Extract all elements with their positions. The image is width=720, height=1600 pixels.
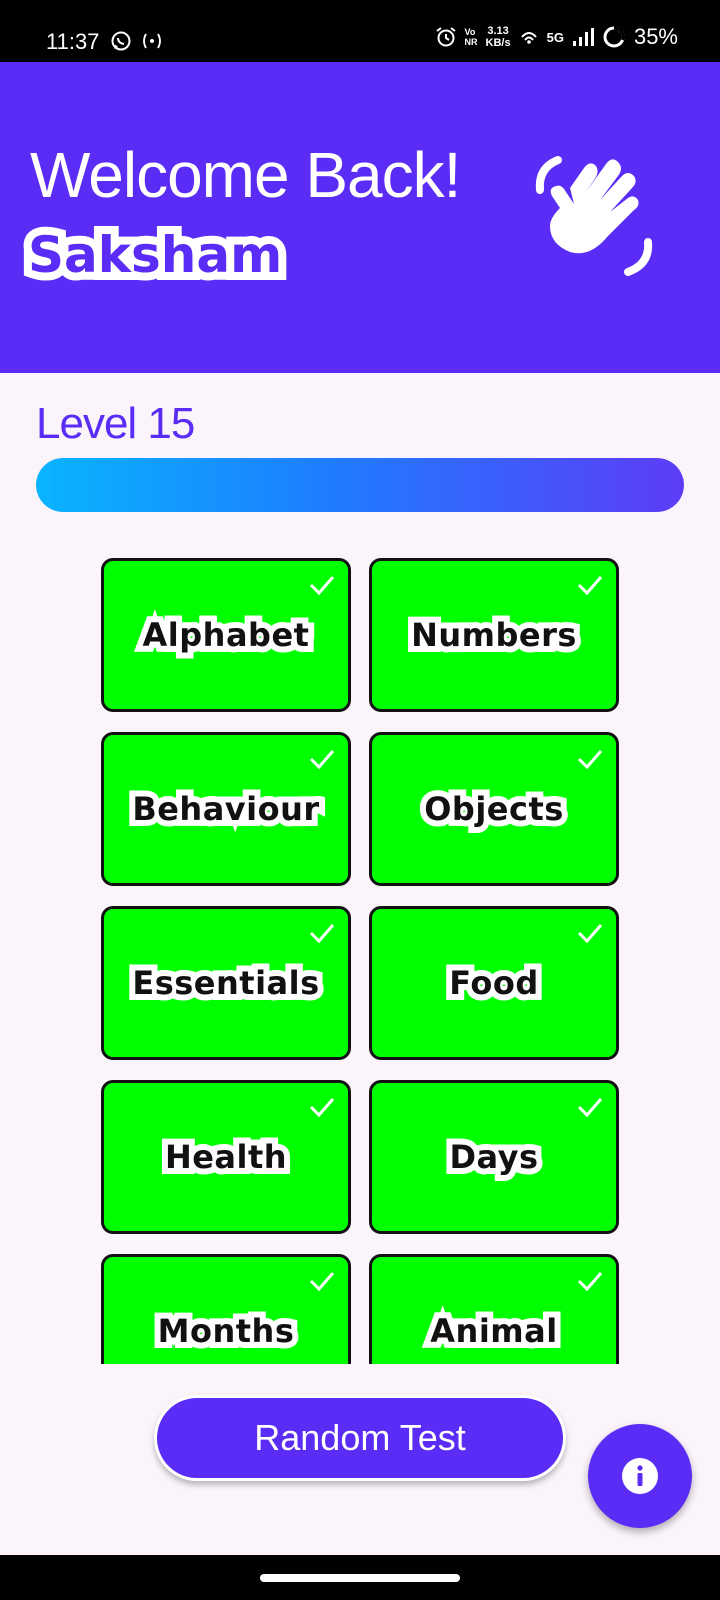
check-icon [309, 1272, 335, 1292]
check-icon [309, 1098, 335, 1118]
info-button[interactable] [588, 1424, 692, 1528]
info-icon [622, 1458, 658, 1494]
alarm-icon [435, 27, 456, 47]
category-tile-food[interactable]: Food [369, 906, 619, 1060]
wifi-calling-icon [520, 32, 537, 44]
category-grid-scroll[interactable]: Alphabet Numbers Behaviour Objects Essen… [0, 550, 720, 1364]
check-icon [577, 750, 603, 770]
check-icon [309, 750, 335, 770]
level-label: Level 15 [36, 399, 195, 448]
welcome-header: Welcome Back! Saksham [0, 62, 720, 373]
category-label: Alphabet [137, 610, 315, 660]
category-label: Health [159, 1132, 293, 1182]
random-test-button[interactable]: Random Test [154, 1395, 566, 1481]
battery-icon [603, 26, 625, 48]
check-icon [577, 1098, 603, 1118]
category-tile-days[interactable]: Days [369, 1080, 619, 1234]
status-right: Vo NR 3.13 KB/s 5G 35% [435, 24, 678, 50]
network-type: 5G [546, 29, 564, 45]
home-gesture-handle[interactable] [260, 1574, 460, 1582]
volte-top: Vo [464, 27, 476, 37]
system-nav-bar [0, 1555, 720, 1600]
status-left-icons [110, 30, 164, 52]
greeting: Welcome Back! [30, 139, 461, 211]
category-label: Months [152, 1306, 300, 1356]
category-tile-health[interactable]: Health [101, 1080, 351, 1234]
category-tile-animal[interactable]: Animal [369, 1254, 619, 1364]
net-speed-unit: KB/s [485, 37, 511, 49]
signal-icon [572, 28, 594, 46]
category-tile-objects[interactable]: Objects [369, 732, 619, 886]
category-tile-behaviour[interactable]: Behaviour [101, 732, 351, 886]
username: Saksham [20, 218, 290, 292]
check-icon [577, 576, 603, 596]
category-tile-alphabet[interactable]: Alphabet [101, 558, 351, 712]
check-icon [577, 1272, 603, 1292]
volte-bottom: NR [464, 37, 478, 47]
level-progress-bar [36, 458, 684, 512]
net-speed-value: 3.13 [487, 25, 509, 37]
check-icon [309, 924, 335, 944]
whatsapp-icon [111, 31, 131, 51]
battery-percent: 35% [633, 24, 678, 49]
hotspot-icon [143, 33, 161, 49]
category-label: Essentials [126, 958, 325, 1008]
category-tile-essentials[interactable]: Essentials [101, 906, 351, 1060]
check-icon [577, 924, 603, 944]
level-progress-fill [36, 458, 684, 512]
status-time: 11:37 [46, 29, 100, 54]
net-speed: 3.13 KB/s [486, 25, 511, 49]
category-label: Numbers [405, 610, 582, 660]
waving-hand-icon [535, 156, 653, 276]
category-label: Animal [424, 1306, 563, 1356]
category-label: Days [443, 1132, 544, 1182]
category-label: Food [443, 958, 544, 1008]
category-tile-numbers[interactable]: Numbers [369, 558, 619, 712]
category-tile-months[interactable]: Months [101, 1254, 351, 1364]
category-grid: Alphabet Numbers Behaviour Objects Essen… [101, 558, 619, 1364]
status-bar: 11:37 Vo NR 3.13 KB/s 5G 35% [0, 0, 720, 62]
check-icon [309, 576, 335, 596]
volte-icon: Vo NR [465, 27, 478, 47]
category-label: Behaviour [126, 784, 325, 834]
category-label: Objects [418, 784, 569, 834]
